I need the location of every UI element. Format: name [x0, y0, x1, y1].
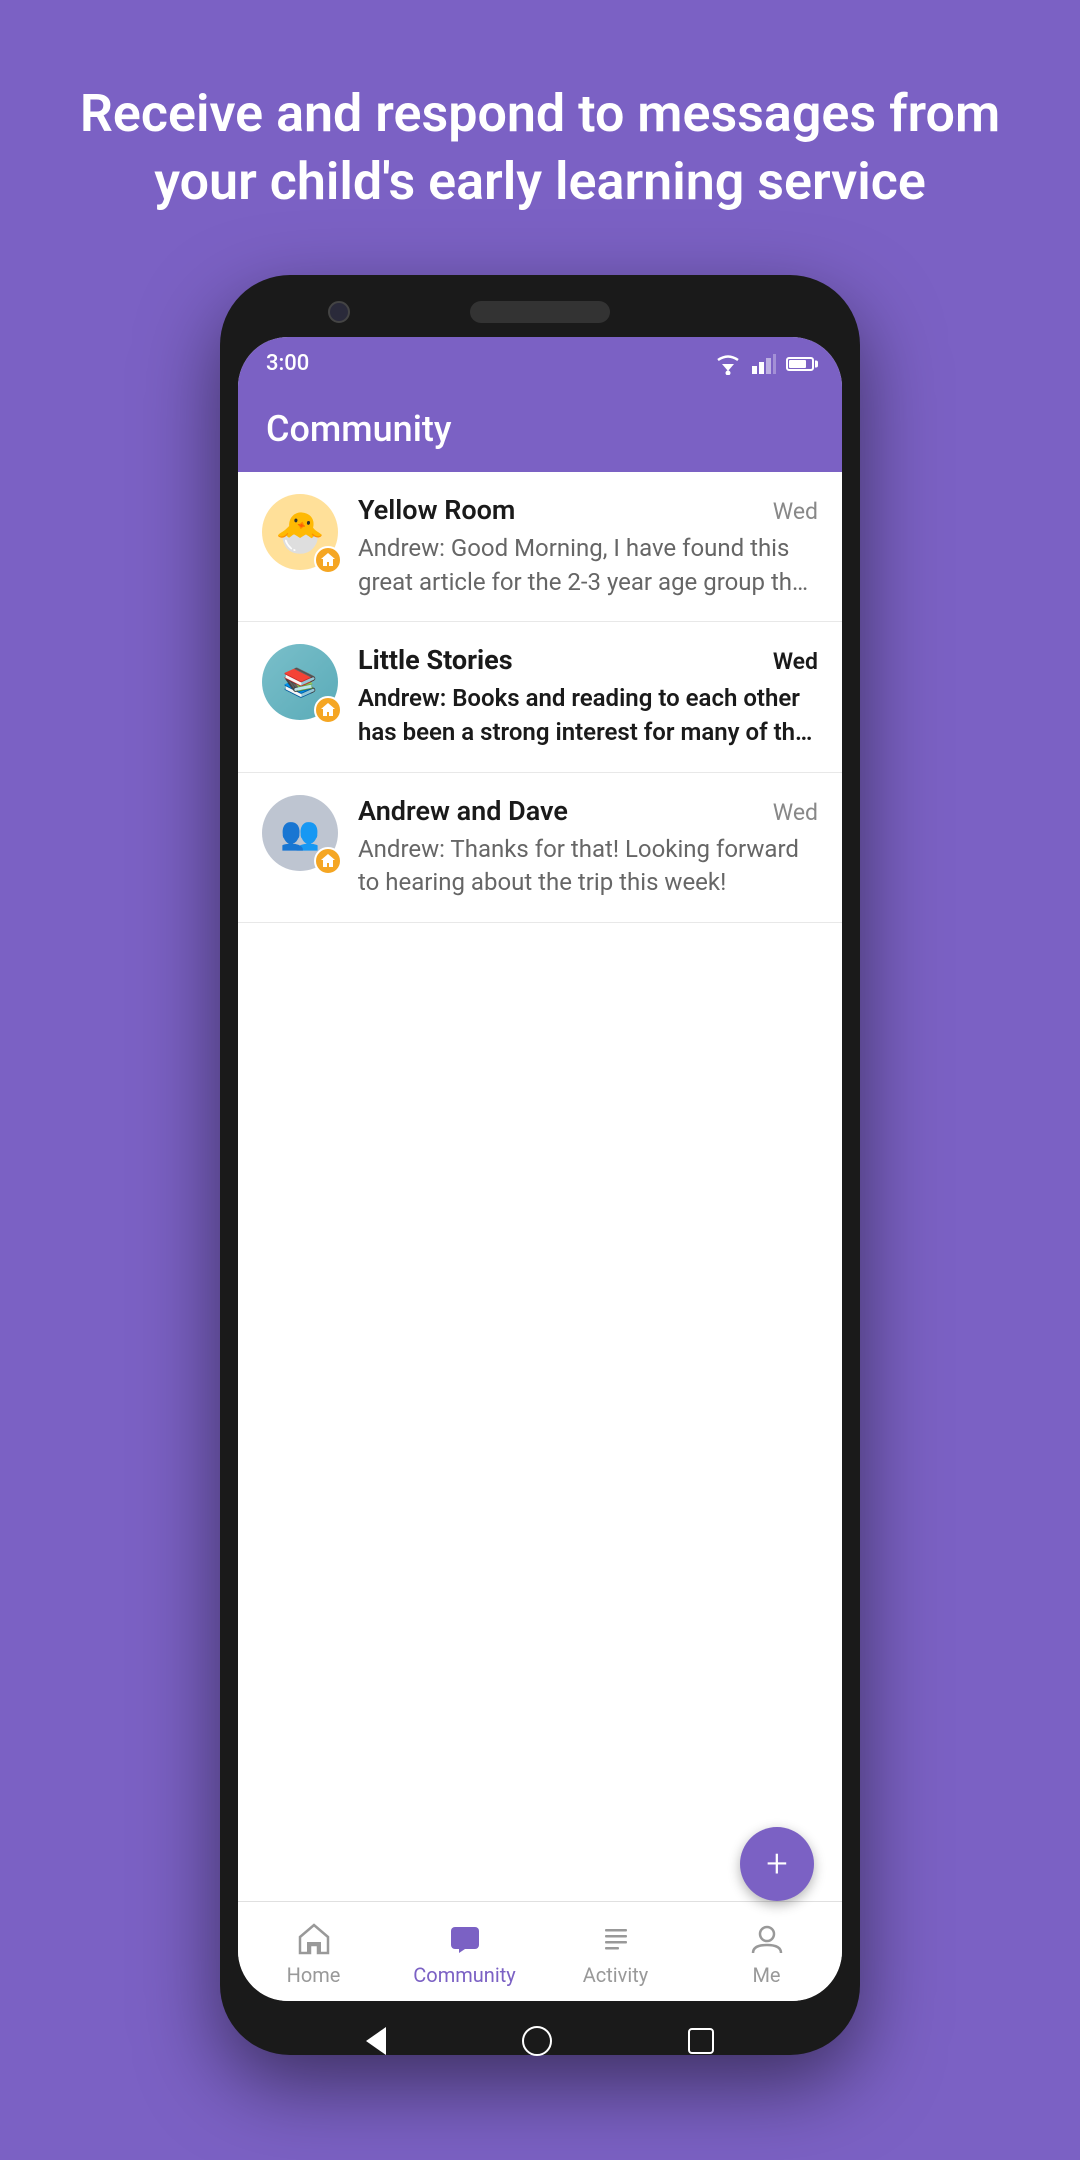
home-badge-andrew-dave — [314, 847, 342, 875]
community-nav-label: Community — [413, 1963, 515, 1987]
me-nav-label: Me — [752, 1963, 780, 1987]
nav-item-activity[interactable]: Activity — [540, 1921, 691, 1987]
phone-mockup: 3:00 — [220, 275, 860, 2160]
app-header-title: Community — [266, 408, 814, 450]
message-date-yellow-room: Wed — [773, 498, 818, 525]
activity-nav-label: Activity — [583, 1963, 648, 1987]
message-name-little-stories: Little Stories — [358, 644, 513, 676]
community-nav-icon — [447, 1921, 483, 1957]
phone-screen: 3:00 — [238, 337, 842, 2001]
home-badge-little-stories — [314, 696, 342, 724]
message-top-row-andrew-dave: Andrew and Dave Wed — [358, 795, 818, 827]
message-date-little-stories: Wed — [773, 648, 818, 675]
avatar-container-andrew-dave: 👥 — [262, 795, 342, 875]
message-date-andrew-dave: Wed — [773, 799, 818, 826]
front-camera — [328, 301, 350, 323]
phone-bottom-bar — [238, 2001, 842, 2081]
message-name-andrew-dave: Andrew and Dave — [358, 795, 568, 827]
message-item-yellow-room[interactable]: 🐣 Yellow Room Wed — [238, 472, 842, 622]
message-content-yellow-room: Yellow Room Wed Andrew: Good Morning, I … — [358, 494, 818, 599]
nav-item-me[interactable]: Me — [691, 1921, 842, 1987]
phone-top-bar — [238, 293, 842, 337]
messages-list: 🐣 Yellow Room Wed — [238, 472, 842, 1901]
avatar-container-yellow-room: 🐣 — [262, 494, 342, 574]
android-home-button[interactable] — [522, 2026, 552, 2056]
activity-nav-icon — [598, 1921, 634, 1957]
home-nav-icon — [296, 1921, 332, 1957]
message-preview-yellow-room: Andrew: Good Morning, I have found this … — [358, 532, 818, 599]
android-back-button[interactable] — [366, 2027, 386, 2055]
phone-body: 3:00 — [220, 275, 860, 2055]
wifi-icon — [714, 353, 742, 375]
message-top-row-yellow-room: Yellow Room Wed — [358, 494, 818, 526]
fab-compose-button[interactable]: + — [740, 1827, 814, 1901]
status-bar: 3:00 — [238, 337, 842, 386]
home-nav-label: Home — [287, 1963, 341, 1987]
speaker — [470, 301, 610, 323]
message-preview-little-stories: Andrew: Books and reading to each other … — [358, 682, 818, 749]
me-nav-icon — [749, 1921, 785, 1957]
nav-item-home[interactable]: Home — [238, 1921, 389, 1987]
battery-icon — [786, 357, 814, 371]
status-time: 3:00 — [266, 351, 309, 376]
message-name-yellow-room: Yellow Room — [358, 494, 515, 526]
fab-plus-icon: + — [766, 1845, 787, 1883]
status-icons — [714, 353, 814, 375]
message-item-andrew-dave[interactable]: 👥 Andrew and Dave Wed — [238, 773, 842, 923]
home-badge-yellow-room — [314, 546, 342, 574]
message-top-row-little-stories: Little Stories Wed — [358, 644, 818, 676]
app-header: Community — [238, 386, 842, 472]
message-content-little-stories: Little Stories Wed Andrew: Books and rea… — [358, 644, 818, 749]
android-recents-button[interactable] — [688, 2028, 714, 2054]
message-content-andrew-dave: Andrew and Dave Wed Andrew: Thanks for t… — [358, 795, 818, 900]
message-preview-andrew-dave: Andrew: Thanks for that! Looking forward… — [358, 833, 818, 900]
signal-icon — [752, 354, 776, 374]
avatar-container-little-stories: 📚 — [262, 644, 342, 724]
nav-item-community[interactable]: Community — [389, 1921, 540, 1987]
bottom-navigation: Home Community — [238, 1901, 842, 2001]
message-item-little-stories[interactable]: 📚 Little Stories Wed — [238, 622, 842, 772]
hero-text: Receive and respond to messages from you… — [0, 0, 1080, 275]
screen-content: 🐣 Yellow Room Wed — [238, 472, 842, 2001]
